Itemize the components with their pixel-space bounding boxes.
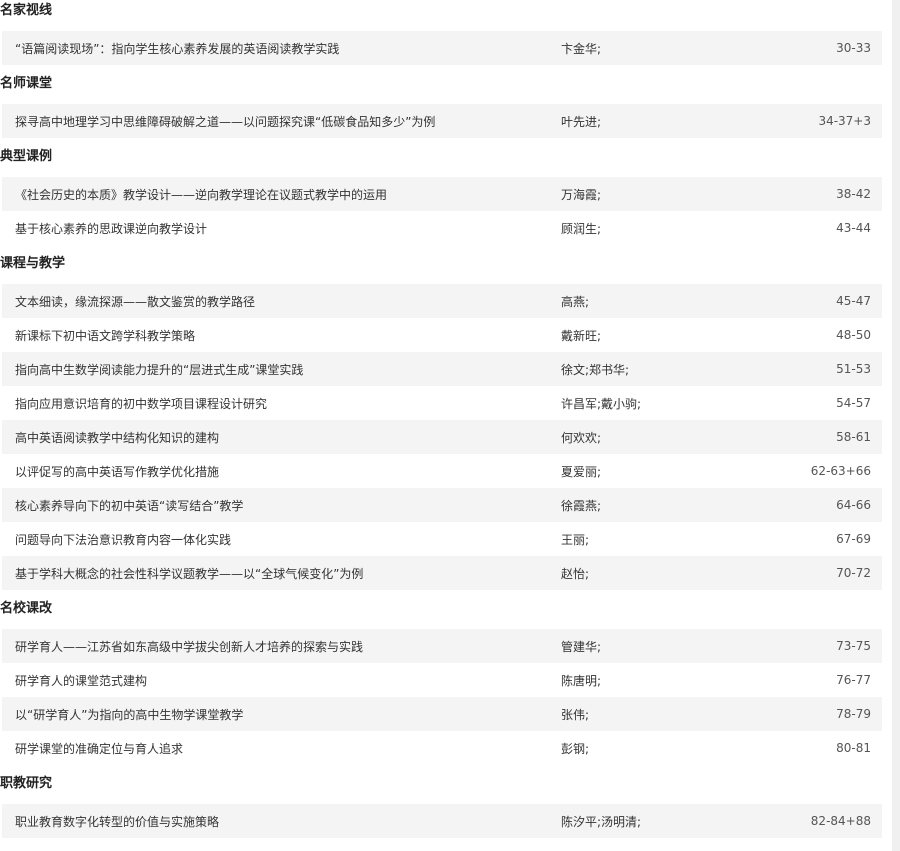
article-row[interactable]: 基于核心素养的思政课逆向教学设计 顾润生; 43-44 bbox=[2, 211, 882, 245]
article-author[interactable]: 顾润生; bbox=[561, 220, 761, 237]
article-author[interactable]: 高燕; bbox=[561, 293, 761, 310]
article-author[interactable]: 陈汐平;汤明清; bbox=[561, 813, 761, 830]
article-pages: 58-61 bbox=[836, 430, 871, 444]
table-of-contents: 名家视线 “语篇阅读现场”：指向学生核心素养发展的英语阅读教学实践 卞金华; 30-3… bbox=[0, 0, 882, 838]
article-row[interactable]: 基于学科大概念的社会性科学议题教学——以“全球气候变化”为例 赵怡; 70-72 bbox=[2, 556, 882, 590]
article-pages: 82-84+88 bbox=[810, 814, 871, 828]
article-title-link[interactable]: 高中英语阅读教学中结构化知识的建构 bbox=[2, 429, 561, 446]
article-row[interactable]: 研学育人——江苏省如东高级中学拔尖创新人才培养的探索与实践 管建华; 73-75 bbox=[2, 629, 882, 663]
article-title-link[interactable]: 基于核心素养的思政课逆向教学设计 bbox=[2, 220, 561, 237]
article-row[interactable]: 问题导向下法治意识教育内容一体化实践 王丽; 67-69 bbox=[2, 522, 882, 556]
article-author[interactable]: 戴新旺; bbox=[561, 327, 761, 344]
article-author[interactable]: 徐文;郑书华; bbox=[561, 361, 761, 378]
article-row[interactable]: 研学课堂的准确定位与育人追求 彭钢; 80-81 bbox=[2, 731, 882, 765]
article-row[interactable]: 指向应用意识培育的初中数学项目课程设计研究 许昌军;戴小驹; 54-57 bbox=[2, 386, 882, 420]
article-author[interactable]: 赵怡; bbox=[561, 565, 761, 582]
section-title: 名校课改 bbox=[0, 601, 53, 616]
article-title-link[interactable]: 以“研学育人”为指向的高中生物学课堂教学 bbox=[2, 706, 561, 723]
article-title-link[interactable]: 问题导向下法治意识教育内容一体化实践 bbox=[2, 531, 561, 548]
article-row[interactable]: 以“研学育人”为指向的高中生物学课堂教学 张伟; 78-79 bbox=[2, 697, 882, 731]
article-pages: 34-37+3 bbox=[818, 114, 871, 128]
article-author[interactable]: 徐霞燕; bbox=[561, 497, 761, 514]
article-author[interactable]: 王丽; bbox=[561, 531, 761, 548]
section-title: 名家视线 bbox=[0, 3, 53, 18]
article-pages: 67-69 bbox=[836, 532, 871, 546]
article-author[interactable]: 何欢欢; bbox=[561, 429, 761, 446]
article-row[interactable]: 探寻高中地理学习中思维障碍破解之道——以问题探究课“低碳食品知多少”为例 叶先进;… bbox=[2, 104, 882, 138]
article-title-link[interactable]: 核心素养导向下的初中英语“读写结合”教学 bbox=[2, 497, 561, 514]
article-pages: 45-47 bbox=[836, 294, 871, 308]
article-row[interactable]: 《社会历史的本质》教学设计——逆向教学理论在议题式教学中的运用 万海霞; 38-42 bbox=[2, 177, 882, 211]
article-author[interactable]: 彭钢; bbox=[561, 740, 761, 757]
article-author[interactable]: 叶先进; bbox=[561, 113, 761, 130]
section-title: 职教研究 bbox=[0, 776, 53, 791]
article-title-link[interactable]: 研学育人——江苏省如东高级中学拔尖创新人才培养的探索与实践 bbox=[2, 638, 561, 655]
article-row[interactable]: 研学育人的课堂范式建构 陈唐明; 76-77 bbox=[2, 663, 882, 697]
article-pages: 73-75 bbox=[836, 639, 871, 653]
article-row[interactable]: 文本细读，缘流探源——散文鉴赏的教学路径 高燕; 45-47 bbox=[2, 284, 882, 318]
article-pages: 78-79 bbox=[836, 707, 871, 721]
article-author[interactable]: 陈唐明; bbox=[561, 672, 761, 689]
article-title-link[interactable]: 研学育人的课堂范式建构 bbox=[2, 672, 561, 689]
article-pages: 62-63+66 bbox=[810, 464, 871, 478]
article-pages: 54-57 bbox=[836, 396, 871, 410]
article-title-link[interactable]: 《社会历史的本质》教学设计——逆向教学理论在议题式教学中的运用 bbox=[2, 186, 561, 203]
article-author[interactable]: 卞金华; bbox=[561, 40, 761, 57]
article-pages: 80-81 bbox=[836, 741, 871, 755]
article-title-link[interactable]: 研学课堂的准确定位与育人追求 bbox=[2, 740, 561, 757]
article-title-link[interactable]: 指向应用意识培育的初中数学项目课程设计研究 bbox=[2, 395, 561, 412]
article-pages: 30-33 bbox=[836, 41, 871, 55]
article-title-link[interactable]: 探寻高中地理学习中思维障碍破解之道——以问题探究课“低碳食品知多少”为例 bbox=[2, 113, 561, 130]
section-title: 名师课堂 bbox=[0, 76, 53, 91]
article-title-link[interactable]: 新课标下初中语文跨学科教学策略 bbox=[2, 327, 561, 344]
article-title-link[interactable]: 文本细读，缘流探源——散文鉴赏的教学路径 bbox=[2, 293, 561, 310]
article-row[interactable]: 以评促写的高中英语写作教学优化措施 夏爱丽; 62-63+66 bbox=[2, 454, 882, 488]
article-row[interactable]: 高中英语阅读教学中结构化知识的建构 何欢欢; 58-61 bbox=[2, 420, 882, 454]
article-row[interactable]: 核心素养导向下的初中英语“读写结合”教学 徐霞燕; 64-66 bbox=[2, 488, 882, 522]
article-author[interactable]: 万海霞; bbox=[561, 186, 761, 203]
article-author[interactable]: 夏爱丽; bbox=[561, 463, 761, 480]
article-title-link[interactable]: 指向高中生数学阅读能力提升的“层进式生成”课堂实践 bbox=[2, 361, 561, 378]
article-author[interactable]: 许昌军;戴小驹; bbox=[561, 395, 761, 412]
article-row[interactable]: “语篇阅读现场”：指向学生核心素养发展的英语阅读教学实践 卞金华; 30-33 bbox=[2, 31, 882, 65]
article-pages: 43-44 bbox=[836, 221, 871, 235]
article-author[interactable]: 张伟; bbox=[561, 706, 761, 723]
article-title-link[interactable]: 以评促写的高中英语写作教学优化措施 bbox=[2, 463, 561, 480]
section-title: 课程与教学 bbox=[0, 256, 66, 271]
article-title-link[interactable]: “语篇阅读现场”：指向学生核心素养发展的英语阅读教学实践 bbox=[2, 40, 561, 57]
article-pages: 51-53 bbox=[836, 362, 871, 376]
article-title-link[interactable]: 职业教育数字化转型的价值与实施策略 bbox=[2, 813, 561, 830]
article-pages: 38-42 bbox=[836, 187, 871, 201]
article-author[interactable]: 管建华; bbox=[561, 638, 761, 655]
article-row[interactable]: 指向高中生数学阅读能力提升的“层进式生成”课堂实践 徐文;郑书华; 51-53 bbox=[2, 352, 882, 386]
section-title: 典型课例 bbox=[0, 149, 53, 164]
article-title-link[interactable]: 基于学科大概念的社会性科学议题教学——以“全球气候变化”为例 bbox=[2, 565, 561, 582]
article-pages: 64-66 bbox=[836, 498, 871, 512]
article-row[interactable]: 新课标下初中语文跨学科教学策略 戴新旺; 48-50 bbox=[2, 318, 882, 352]
article-pages: 48-50 bbox=[836, 328, 871, 342]
article-pages: 76-77 bbox=[836, 673, 871, 687]
article-pages: 70-72 bbox=[836, 566, 871, 580]
scrollbar[interactable] bbox=[892, 0, 900, 851]
article-row[interactable]: 职业教育数字化转型的价值与实施策略 陈汐平;汤明清; 82-84+88 bbox=[2, 804, 882, 838]
